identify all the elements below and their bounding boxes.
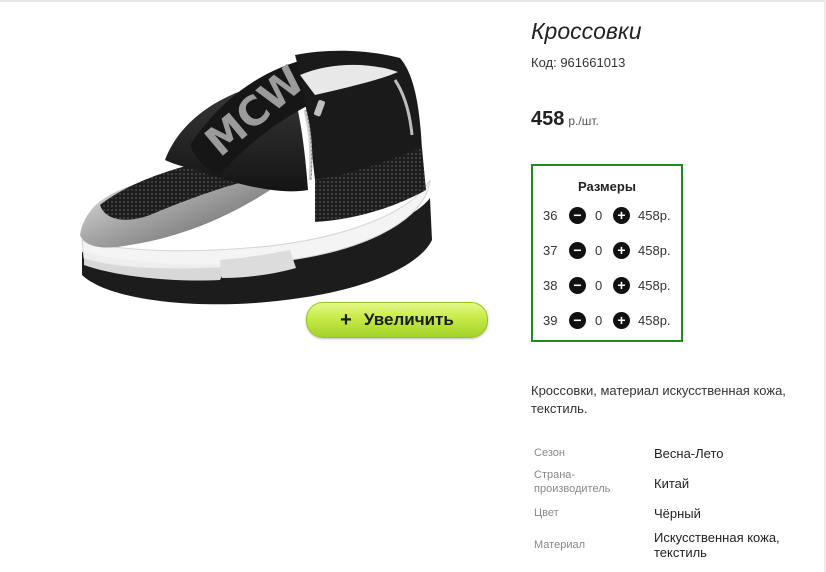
zoom-button[interactable]: + Увеличить [306, 302, 488, 338]
minus-icon[interactable]: − [569, 277, 586, 294]
price-unit: р./шт. [568, 114, 599, 128]
attribute-value: Китай [654, 476, 690, 491]
size-row: 38 − 0 + 458р. [533, 276, 683, 296]
size-label: 38 [543, 278, 558, 293]
size-label: 37 [543, 243, 558, 258]
sizes-title: Размеры [578, 179, 636, 194]
attribute-key: Цвет [534, 507, 559, 519]
minus-icon[interactable]: − [569, 207, 586, 224]
size-quantity: 0 [595, 243, 603, 258]
plus-icon[interactable]: + [613, 312, 630, 329]
plus-icon[interactable]: + [613, 242, 630, 259]
size-label: 36 [543, 208, 558, 223]
product-title: Кроссовки [531, 18, 642, 44]
product-description: Кроссовки, материал искусственная кожа, … [531, 383, 786, 416]
size-quantity: 0 [595, 278, 603, 293]
size-row: 39 − 0 + 458р. [533, 311, 683, 331]
zoom-button-label: Увеличить [363, 310, 454, 329]
attribute-value: Чёрный [654, 506, 701, 521]
plus-icon: + [340, 309, 352, 331]
minus-icon[interactable]: − [569, 242, 586, 259]
product-price: 458 р./шт. [531, 108, 599, 131]
minus-icon[interactable]: − [569, 312, 586, 329]
size-quantity: 0 [595, 208, 603, 223]
attribute-key: Сезон [534, 447, 565, 459]
size-price: 458р. [638, 243, 671, 258]
top-divider [0, 0, 826, 2]
size-quantity: 0 [595, 313, 603, 328]
attribute-value: Искусственная кожа, текстиль [654, 530, 780, 560]
product-image[interactable]: MCW [70, 40, 440, 320]
plus-icon[interactable]: + [613, 277, 630, 294]
attribute-key: Материал [534, 539, 585, 551]
size-price: 458р. [638, 208, 671, 223]
product-code: Код: 961661013 [531, 55, 626, 70]
size-price: 458р. [638, 278, 671, 293]
plus-icon[interactable]: + [613, 207, 630, 224]
size-price: 458р. [638, 313, 671, 328]
size-row: 36 − 0 + 458р. [533, 206, 683, 226]
sizes-panel: Размеры 36 − 0 + 458р. 37 − 0 + 458р. 38… [531, 164, 683, 342]
attribute-value: Весна-Лето [654, 446, 724, 461]
size-label: 39 [543, 313, 558, 328]
size-row: 37 − 0 + 458р. [533, 241, 683, 261]
price-value: 458 [531, 108, 565, 130]
attribute-key: Страна-производитель [534, 469, 611, 495]
